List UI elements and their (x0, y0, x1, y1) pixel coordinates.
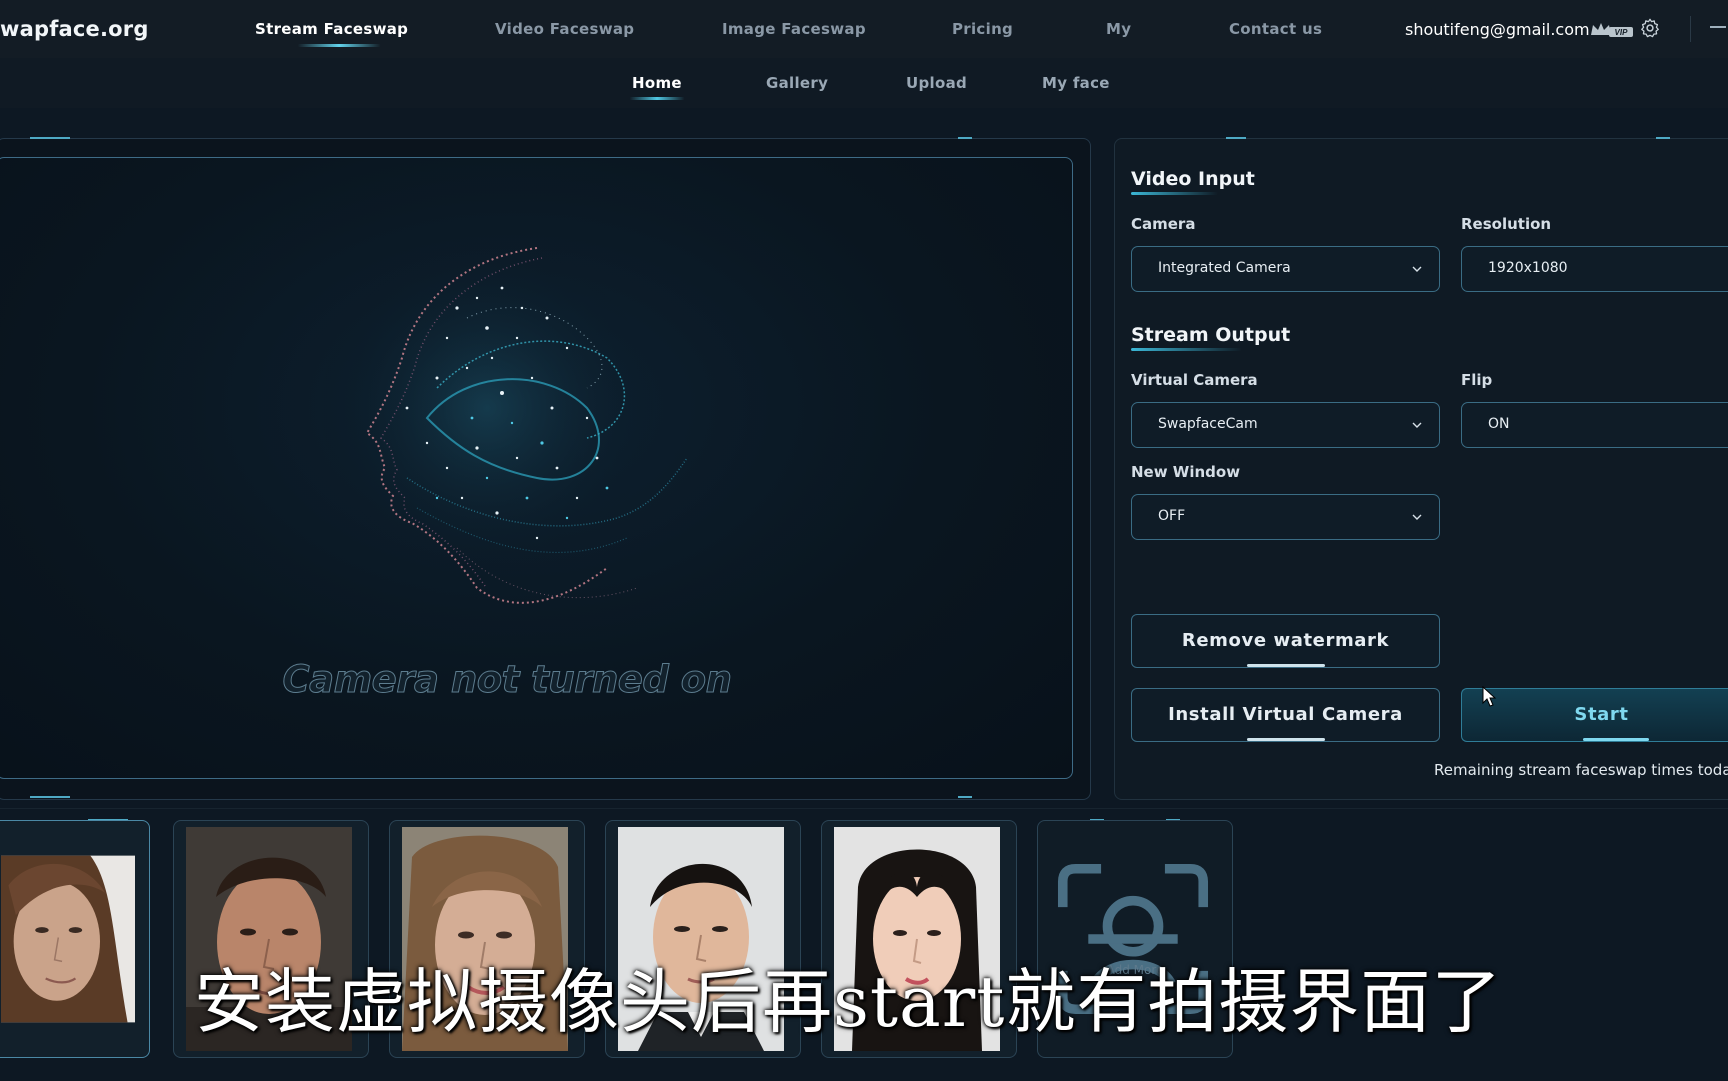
vip-crown-icon: VIP (1591, 23, 1633, 37)
subnav-upload[interactable]: Upload (906, 74, 967, 92)
chevron-down-icon (1412, 266, 1422, 272)
flip-select[interactable]: ON (1461, 402, 1728, 448)
frame-accent (958, 137, 972, 139)
vip-badge-text: VIP (1615, 28, 1629, 37)
subnav-home[interactable]: Home (632, 74, 682, 92)
new-window-label: New Window (1131, 463, 1241, 481)
install-virtual-camera-label: Install Virtual Camera (1168, 704, 1403, 725)
stream-output-title: Stream Output (1131, 324, 1291, 351)
minimize-icon[interactable] (1710, 26, 1726, 28)
camera-preview: Camera not turned on (0, 157, 1073, 779)
brand-logo[interactable]: wapface.org (0, 17, 149, 41)
flip-label: Flip (1461, 371, 1493, 389)
toolbar-divider (1690, 16, 1691, 42)
nav-stream-faceswap[interactable]: Stream Faceswap (255, 20, 408, 38)
install-virtual-camera-button[interactable]: Install Virtual Camera (1131, 688, 1440, 742)
chevron-down-icon (1412, 514, 1422, 520)
resolution-select[interactable]: 1920x1080 (1461, 246, 1728, 292)
start-label: Start (1574, 704, 1629, 725)
button-underline (1246, 664, 1325, 667)
user-email[interactable]: shoutifeng@gmail.com (1405, 20, 1590, 39)
nav-my[interactable]: My (1106, 20, 1131, 38)
camera-status-text: Camera not turned on (282, 658, 733, 702)
face-thumbnail-1 (1, 855, 135, 1023)
button-underline (1583, 738, 1649, 741)
virtual-camera-select[interactable]: SwapfaceCam (1131, 402, 1440, 448)
start-button[interactable]: Start (1461, 688, 1728, 742)
remove-watermark-label: Remove watermark (1181, 630, 1390, 651)
chevron-down-icon (1412, 422, 1422, 428)
gear-icon[interactable] (1639, 17, 1661, 39)
virtual-camera-select-value: SwapfaceCam (1158, 416, 1258, 432)
resolution-select-value: 1920x1080 (1488, 260, 1568, 276)
button-underline (1246, 738, 1325, 741)
frame-accent (30, 796, 70, 798)
top-nav-bar: wapface.org Stream Faceswap Video Facesw… (0, 0, 1728, 59)
flip-select-value: ON (1488, 416, 1510, 432)
subnav-my-face[interactable]: My face (1042, 74, 1110, 92)
resolution-label: Resolution (1461, 215, 1552, 233)
nav-pricing[interactable]: Pricing (952, 20, 1013, 38)
panel-accent (1226, 137, 1246, 139)
panel-accent (1656, 137, 1670, 139)
remove-watermark-button[interactable]: Remove watermark (1131, 614, 1440, 668)
frame-accent (958, 796, 972, 798)
nav-contact-us[interactable]: Contact us (1229, 20, 1322, 38)
nav-video-faceswap[interactable]: Video Faceswap (495, 20, 634, 38)
new-window-select[interactable]: OFF (1131, 494, 1440, 540)
video-subtitle-caption: 安装虚拟摄像头后再start就有拍摄界面了 (194, 961, 1503, 1043)
camera-select-value: Integrated Camera (1158, 260, 1291, 276)
mouse-cursor-icon (1482, 686, 1497, 707)
video-input-title: Video Input (1131, 168, 1255, 195)
nav-image-faceswap[interactable]: Image Faceswap (722, 20, 866, 38)
sub-nav-bar: Home Gallery Upload My face (0, 58, 1728, 108)
face-card-1[interactable] (0, 820, 150, 1058)
virtual-camera-label: Virtual Camera (1131, 371, 1258, 389)
new-window-select-value: OFF (1158, 508, 1186, 524)
frame-accent (30, 137, 70, 139)
particle-face-illustration (317, 238, 688, 604)
remaining-times-text: Remaining stream faceswap times toda (1434, 761, 1728, 779)
camera-select[interactable]: Integrated Camera (1131, 246, 1440, 292)
camera-label: Camera (1131, 215, 1196, 233)
subnav-gallery[interactable]: Gallery (766, 74, 828, 92)
